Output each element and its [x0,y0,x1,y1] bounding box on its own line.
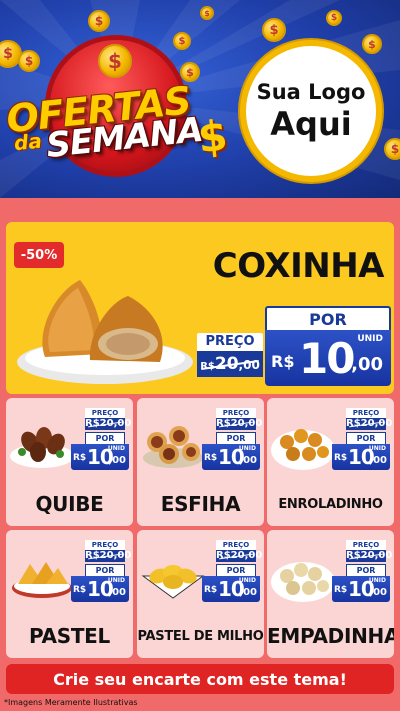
product-name: PASTEL DE MILHO [137,629,264,644]
por-label: POR [85,432,125,444]
price-label: PREÇO R$20,00 POR UNID R$ 10 ,00 [71,408,132,470]
currency: R$ [334,453,348,463]
currency: R$ [204,585,218,595]
price-tag: UNID R$ 10 ,00 [202,444,260,470]
price-tag: UNID R$ 10 ,00 [202,576,260,602]
currency: R$ [334,585,348,595]
coxinha-image [17,280,193,384]
coin-icon: $ [200,6,214,20]
por-label: POR [85,564,125,576]
price-cents: ,00 [351,354,383,375]
currency: R$ [271,352,295,371]
price-cents: ,00 [239,455,257,466]
coin-icon: $ [173,32,191,50]
por-label: POR [216,432,256,444]
coin-icon: $ [88,10,110,32]
old-price-cents: ,00 [238,358,260,372]
product-card-empadinha[interactable]: PREÇO R$20,00 POR UNID R$ 10 ,00 EMPADIN… [267,530,394,658]
price-tag: UNID R$ 10 ,00 [332,444,390,470]
old-price-value: R$20,00 [197,351,263,377]
esfiha-image [143,426,203,468]
price-tag: UNID R$ 10 ,00 [265,330,391,386]
preco-label: PREÇO [216,540,256,550]
product-card-quibe[interactable]: PREÇO R$20,00 POR UNID R$ 10 ,00 QUIBE [6,398,133,526]
old-price-int: 20 [214,354,239,374]
product-card-pastel[interactable]: PREÇO R$20,00 POR UNID R$ 10 ,00 PASTEL [6,530,133,658]
product-name: EMPADINHA [267,624,394,648]
price-cents: ,00 [239,587,257,598]
quibe-image [10,427,74,468]
por-label: POR [265,306,391,330]
logo-text-line1: Sua Logo [256,80,366,104]
price-cents: ,00 [108,455,126,466]
preco-label: PREÇO [346,408,386,418]
coin-icon: $ [262,18,286,42]
price-cents: ,00 [369,587,387,598]
price-tag: UNID R$ 10 ,00 [71,444,129,470]
enroladinho-image [271,429,335,470]
currency: R$ [73,585,87,595]
empadinha-image [271,562,335,602]
por-label: POR [346,432,386,444]
price-label: PREÇO R$20,00 POR UNID R$ 10 ,00 [202,408,263,470]
product-card-enroladinho[interactable]: PREÇO R$20,00 POR UNID R$ 10 ,00 ENROLAD… [267,398,394,526]
create-flyer-button[interactable]: Crie seu encarte com este tema! [6,664,394,694]
product-name: PASTEL [29,624,110,648]
price-label: PREÇO R$20,00 POR UNID R$ 10 ,00 [202,540,263,602]
coin-icon: $ [326,10,342,26]
coin-icon: $ [18,50,40,72]
coin-icon: $ [362,34,382,54]
disclaimer-text: *Imagens Meramente Ilustrativas [4,698,138,707]
featured-product-name: COXINHA [212,246,385,286]
featured-new-price: POR UNID R$ 10 ,00 [265,306,391,386]
price-label: PREÇO R$20,00 POR UNID R$ 10 ,00 [71,540,132,602]
logo-placeholder[interactable]: Sua Logo Aqui [240,40,382,182]
featured-old-price: PREÇO R$20,00 [197,333,263,379]
price-cents: ,00 [369,455,387,466]
old-price-currency: R$ [200,361,215,372]
price-label: PREÇO R$20,00 POR UNID R$ 10 ,00 [332,540,393,602]
currency: R$ [73,453,87,463]
product-card-pastel-de-milho[interactable]: PREÇO R$20,00 POR UNID R$ 10 ,00 PASTEL … [137,530,264,658]
product-name: ENROLADINHO [278,497,383,512]
unit-label: UNID [357,334,383,344]
pastel-de-milho-image [141,565,205,599]
product-card-esfiha[interactable]: PREÇO R$20,00 POR UNID R$ 10 ,00 ESFIHA [137,398,264,526]
old-price: R$20,00 [216,550,263,562]
pastel-image [12,562,72,598]
logo-text-line2: Aqui [270,105,352,143]
headline-da: da [12,128,43,156]
price-label: PREÇO R$20,00 POR UNID R$ 10 ,00 [332,408,393,470]
product-name: QUIBE [35,492,104,516]
por-label: POR [216,564,256,576]
coin-icon: $ [384,138,400,160]
product-name: ESFIHA [160,492,241,516]
preco-label: PREÇO [197,333,263,351]
old-price: R$20,00 [346,550,393,562]
preco-label: PREÇO [216,408,256,418]
old-price: R$20,00 [85,418,132,430]
price-tag: UNID R$ 10 ,00 [332,576,390,602]
preco-label: PREÇO [346,540,386,550]
old-price: R$20,00 [85,550,132,562]
old-price: R$20,00 [346,418,393,430]
dollar-coin-icon: $ [98,44,132,78]
headline-dollar: $ [195,110,230,163]
price-int: 10 [299,334,355,383]
preco-label: PREÇO [85,408,125,418]
por-label: POR [346,564,386,576]
header-banner: $ $ $ $ $ $ $ $ $ $ $ OFERTAS da SEMANA … [0,0,400,198]
preco-label: PREÇO [85,540,125,550]
old-price: R$20,00 [216,418,263,430]
currency: R$ [204,453,218,463]
price-tag: UNID R$ 10 ,00 [71,576,129,602]
price-cents: ,00 [108,587,126,598]
